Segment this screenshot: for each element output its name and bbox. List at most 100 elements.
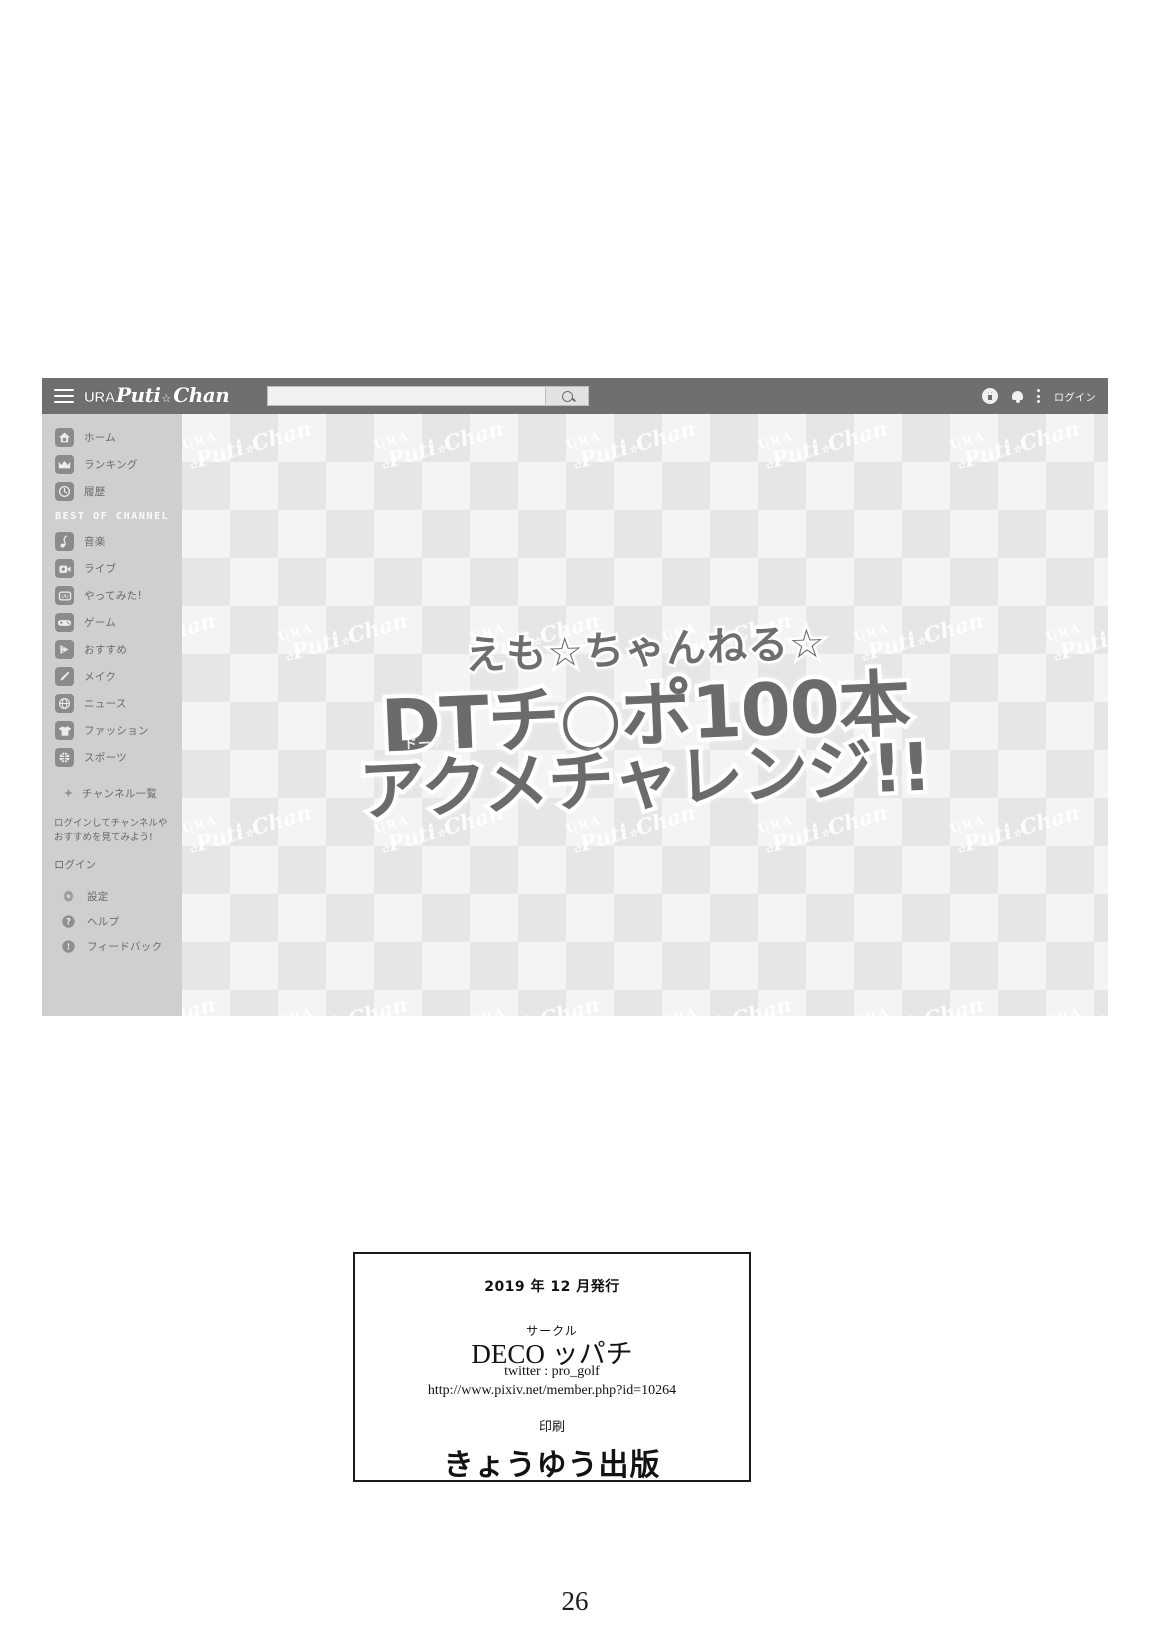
watermark-text: URA☆Puti☆Chan <box>564 415 699 473</box>
sidebar-item-help[interactable]: ? ヘルプ <box>42 909 182 934</box>
sidebar-divider <box>42 771 182 781</box>
watermark-text: URA☆Puti☆Chan <box>853 991 987 1016</box>
svg-text:!: ! <box>66 941 70 951</box>
sidebar-item-home[interactable]: ホーム <box>42 424 182 451</box>
sidebar-item-label: メイク <box>84 671 117 683</box>
sidebar-item-fashion[interactable]: ファッション <box>42 717 182 744</box>
colophon-box: 2019 年 12 月発行 サークル DECO ッパチ twitter : pr… <box>353 1252 751 1483</box>
pixiv-url: http://www.pixiv.net/member.php?id=10264 <box>427 1383 677 1398</box>
title-ruby-doutei: ドーテー <box>403 735 460 753</box>
recommend-play-icon <box>55 640 74 659</box>
circle-label: サークル <box>526 1324 578 1338</box>
upload-icon[interactable] <box>982 388 998 404</box>
title-line-3: アクメチャレンジ!! <box>354 725 936 835</box>
site-logo-script: Puti <box>116 383 161 407</box>
try-it-icon: (A) <box>55 586 74 605</box>
sidebar-item-label: ニュース <box>84 698 127 710</box>
home-icon-svg <box>58 432 71 443</box>
sidebar-item-music[interactable]: 音楽 <box>42 528 182 555</box>
search-bar <box>267 386 590 406</box>
watermark-text: URA☆Puti☆Chan <box>948 415 1083 473</box>
hamburger-icon[interactable] <box>54 388 74 404</box>
cover-title-artwork: えも☆ちゃんねる☆ DTチ○ポ100本 ドーテー アクメチャレンジ!! <box>182 414 1108 1016</box>
sparkle-icon <box>64 788 73 798</box>
top-bar: URA Puti ☆ Chan ログイン <box>42 378 1108 414</box>
sidebar-item-label: ライブ <box>84 563 117 575</box>
sidebar-item-label: スポーツ <box>84 752 127 764</box>
watermark-text: URA☆Puti☆Chan <box>468 607 603 665</box>
gamepad-icon-svg <box>57 619 72 626</box>
watermark-text: URA☆Puti☆Chan <box>564 799 699 857</box>
login-button-top[interactable]: ログイン <box>1054 389 1096 404</box>
watermark-text: URA☆Puti☆Chan <box>852 607 987 665</box>
sidebar-item-history[interactable]: 履歴 <box>42 478 182 505</box>
sidebar-item-label: フィードバック <box>87 940 163 953</box>
watermark-text: URA☆Puti☆Chan <box>372 415 507 473</box>
sidebar-login-link[interactable]: ログイン <box>42 845 182 872</box>
watermark-text: URA☆Puti☆Chan <box>660 607 795 665</box>
search-input[interactable] <box>267 386 546 406</box>
sidebar-item-settings[interactable]: 設定 <box>42 884 182 909</box>
site-logo-script2: Chan <box>173 383 230 407</box>
help-circle-icon: ? <box>60 913 76 929</box>
tshirt-icon <box>55 721 74 740</box>
publish-date: 2019 年 12 月発行 <box>484 1279 620 1295</box>
watermark-text: URA☆Puti☆Chan <box>1043 973 1108 1016</box>
sidebar-item-yattemita[interactable]: (A) やってみた! <box>42 582 182 609</box>
live-camera-icon-svg <box>58 565 71 573</box>
basketball-icon <box>55 748 74 767</box>
sidebar: ホーム ランキング 履歴 BEST OF CHANNEL 音楽 ライブ (A) … <box>42 414 182 1016</box>
sidebar-item-feedback[interactable]: ! フィードバック <box>42 934 182 959</box>
watermark-text: URA☆Puti☆Chan <box>948 799 1083 857</box>
sidebar-item-sports[interactable]: スポーツ <box>42 744 182 771</box>
sidebar-section-title: BEST OF CHANNEL <box>55 511 170 522</box>
svg-text:?: ? <box>66 916 71 926</box>
magnifier-icon <box>561 390 573 402</box>
watermark-text: URA☆Puti☆Chan <box>276 607 411 665</box>
sidebar-item-game[interactable]: ゲーム <box>42 609 182 636</box>
help-circle-icon-svg: ? <box>61 914 75 928</box>
watermark-layer: URA ☆Puti☆Chan URA ☆Puti☆Chan URA ☆Puti☆Chan U… <box>182 414 1108 1016</box>
sidebar-item-channel-list[interactable]: チャンネル一覧 <box>42 781 182 805</box>
makeup-brush-icon <box>55 667 74 686</box>
sidebar-item-label: 設定 <box>87 890 109 903</box>
sidebar-item-label: ランキング <box>84 459 138 471</box>
gear-icon <box>60 888 76 904</box>
twitter-handle: twitter : pro_golf <box>504 1364 600 1379</box>
music-note-icon <box>55 532 74 551</box>
watermark-text: URA☆Puti☆Chan <box>469 991 603 1016</box>
kebab-menu-icon[interactable] <box>1037 389 1040 403</box>
printer-name: きょうゆう出版 <box>443 1448 661 1483</box>
watermark-text: URA☆Puti☆Chan <box>182 415 315 473</box>
channel-list-label: チャンネル一覧 <box>82 787 158 800</box>
watermark-text: URA☆Puti☆Chan <box>182 607 219 649</box>
sidebar-item-live[interactable]: ライブ <box>42 555 182 582</box>
tshirt-icon-svg <box>58 725 71 736</box>
sidebar-item-label: 履歴 <box>84 486 106 498</box>
sidebar-item-ranking[interactable]: ランキング <box>42 451 182 478</box>
top-bar-actions: ログイン <box>982 388 1096 404</box>
content-area: URA ☆Puti☆Chan URA ☆Puti☆Chan URA ☆Puti☆Chan U… <box>182 414 1108 1016</box>
sidebar-item-label: ホーム <box>84 432 117 444</box>
bell-icon[interactable] <box>1012 390 1023 403</box>
page-number: 26 <box>561 1586 589 1616</box>
sidebar-item-label: ゲーム <box>84 617 117 629</box>
svg-text:(A): (A) <box>61 594 69 600</box>
browser-page-mockup: URA Puti ☆ Chan ログイン ホーム ランキング 履歴 BEST O… <box>42 378 1108 1016</box>
search-button[interactable] <box>545 386 590 406</box>
clock-icon-svg <box>58 485 71 498</box>
site-logo[interactable]: URA Puti ☆ Chan <box>84 383 230 407</box>
watermark-text: URA☆Puti☆Chan <box>756 799 891 857</box>
watermark-text: URA☆Puti☆Chan <box>661 991 795 1016</box>
sidebar-item-news[interactable]: ニュース <box>42 690 182 717</box>
gamepad-icon <box>55 613 74 632</box>
watermark-text: URA☆Puti☆Chan <box>182 799 315 857</box>
sidebar-item-label: やってみた! <box>84 590 142 602</box>
crown-icon-svg <box>58 460 71 468</box>
watermark-text: URA☆Puti☆Chan <box>182 991 219 1016</box>
makeup-brush-icon-svg <box>60 671 70 681</box>
sidebar-item-makeup[interactable]: メイク <box>42 663 182 690</box>
sidebar-item-recommend[interactable]: おすすめ <box>42 636 182 663</box>
gear-icon-svg <box>62 889 74 902</box>
title-line-2: DTチ○ポ100本 <box>375 658 915 773</box>
